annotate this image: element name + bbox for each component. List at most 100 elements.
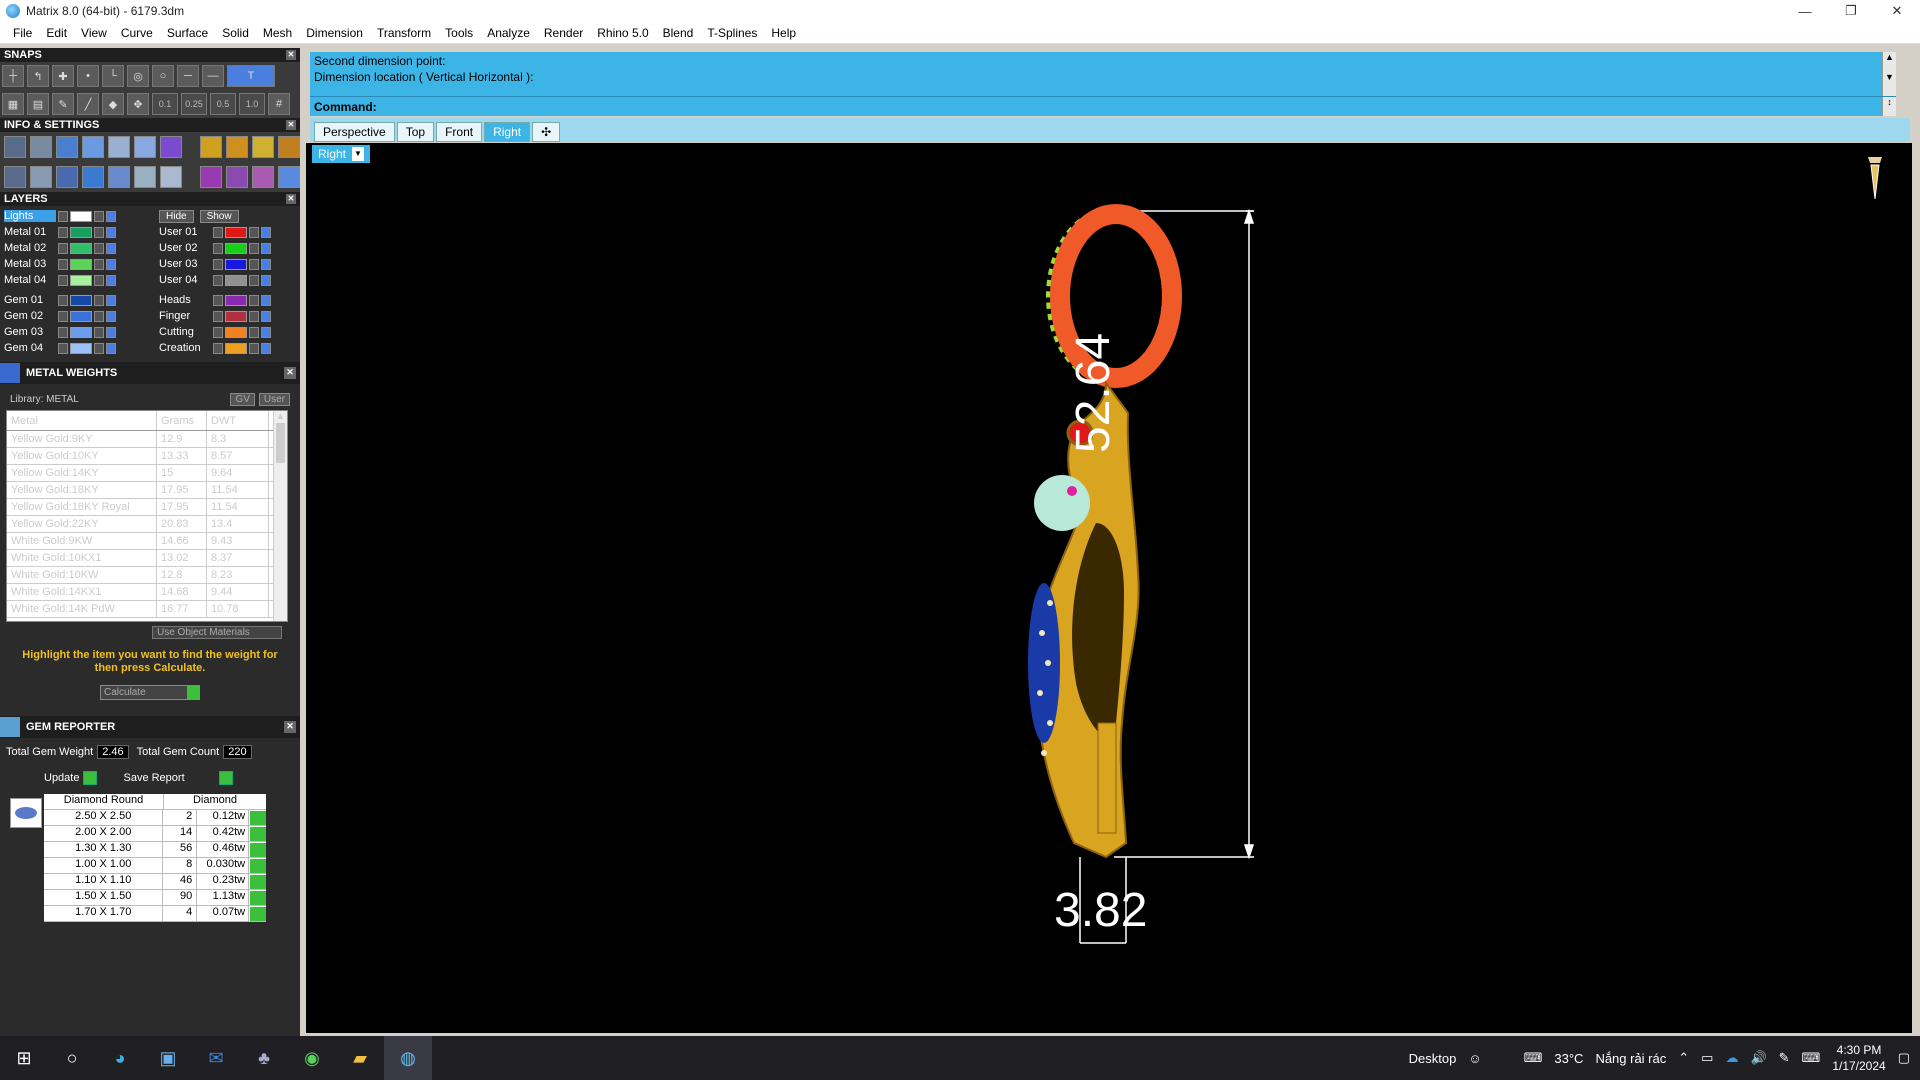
- layer-expand-icon[interactable]: [58, 210, 68, 222]
- snap-value-0-1[interactable]: 0.1: [152, 93, 178, 115]
- table-row[interactable]: 1.50 X 1.50 90 1.13tw: [44, 890, 266, 906]
- play-icon[interactable]: [250, 810, 266, 825]
- col-metal[interactable]: Metal: [7, 411, 157, 430]
- layer-color[interactable]: [70, 342, 92, 354]
- weather[interactable]: Nắng rải rác: [1595, 1051, 1666, 1066]
- layer-visible-icon[interactable]: [106, 242, 116, 254]
- menu-view[interactable]: View: [74, 26, 114, 40]
- panel-icon[interactable]: [30, 166, 52, 188]
- layer-color[interactable]: [225, 258, 247, 270]
- people-icon[interactable]: ☺: [1468, 1051, 1481, 1066]
- snap-value-1-0[interactable]: 1.0: [239, 93, 265, 115]
- layer-visible-icon[interactable]: [261, 326, 271, 338]
- layer-name[interactable]: Gem 04: [4, 342, 56, 354]
- grid-snap-icon[interactable]: #: [268, 93, 290, 115]
- layer-icon[interactable]: ▤: [27, 93, 49, 115]
- layer-name[interactable]: User 01: [159, 226, 211, 238]
- gem-icon[interactable]: [160, 136, 182, 158]
- layer-lights[interactable]: Lights: [4, 210, 56, 222]
- menu-transform[interactable]: Transform: [370, 26, 438, 40]
- close-button[interactable]: ✕: [1874, 0, 1920, 22]
- tool-d-icon[interactable]: [278, 166, 300, 188]
- table-row[interactable]: Yellow Gold:18KY 17.95 11.54: [7, 482, 273, 499]
- col-dwt[interactable]: DWT: [207, 411, 269, 430]
- minimize-button[interactable]: —: [1782, 0, 1828, 22]
- layer-expand-icon[interactable]: [58, 342, 68, 354]
- plane-icon[interactable]: ◆: [102, 93, 124, 115]
- layer-expand-icon[interactable]: [213, 310, 223, 322]
- layer-name[interactable]: Gem 02: [4, 310, 56, 322]
- temperature[interactable]: 33°C: [1554, 1051, 1583, 1066]
- layer-color[interactable]: [225, 326, 247, 338]
- layer-lock-icon[interactable]: [249, 342, 259, 354]
- table-row[interactable]: 2.00 X 2.00 14 0.42tw: [44, 826, 266, 842]
- user-toggle[interactable]: User: [258, 392, 290, 406]
- tab-top[interactable]: Top: [396, 122, 435, 142]
- windows-start-icon[interactable]: ⊞: [0, 1036, 48, 1080]
- layer-color[interactable]: [70, 210, 92, 222]
- layer-name[interactable]: Gem 03: [4, 326, 56, 338]
- layer-visible-icon[interactable]: [106, 210, 116, 222]
- menu-rhino[interactable]: Rhino 5.0: [590, 26, 655, 40]
- table-row[interactable]: 1.00 X 1.00 8 0.030tw: [44, 858, 266, 874]
- snap-value-0-5[interactable]: 0.5: [210, 93, 236, 115]
- play-icon[interactable]: [250, 906, 266, 921]
- grid-icon[interactable]: ▦: [2, 93, 24, 115]
- file-explorer-icon[interactable]: ▰: [336, 1036, 384, 1080]
- layer-visible-icon[interactable]: [261, 242, 271, 254]
- layer-name[interactable]: User 02: [159, 242, 211, 254]
- layer-visible-icon[interactable]: [261, 274, 271, 286]
- update-button[interactable]: Update: [44, 771, 98, 785]
- table-row[interactable]: White Gold:10KW 12.8 8.23: [7, 567, 273, 584]
- play-icon[interactable]: [250, 858, 266, 873]
- layer-visible-icon[interactable]: [106, 226, 116, 238]
- layer-expand-icon[interactable]: [58, 226, 68, 238]
- layer-lock-icon[interactable]: [94, 226, 104, 238]
- layer-visible-icon[interactable]: [106, 294, 116, 306]
- edge-icon[interactable]: ◕: [96, 1036, 144, 1080]
- clock[interactable]: 4:30 PM 1/17/2024: [1832, 1042, 1885, 1074]
- photo-icon[interactable]: [278, 136, 300, 158]
- layer-lock-icon[interactable]: [249, 226, 259, 238]
- export-icon[interactable]: [226, 136, 248, 158]
- tab-right[interactable]: Right: [484, 122, 531, 142]
- layer-name[interactable]: Creation: [159, 342, 211, 354]
- snap-perp-icon[interactable]: └: [102, 65, 124, 87]
- layer-lock-icon[interactable]: [94, 210, 104, 222]
- menu-tools[interactable]: Tools: [438, 26, 480, 40]
- vertical-dimension[interactable]: 52.64: [1066, 253, 1121, 453]
- layer-visible-icon[interactable]: [261, 226, 271, 238]
- layer-expand-icon[interactable]: [58, 294, 68, 306]
- play-icon[interactable]: [250, 826, 266, 841]
- col-grams[interactable]: Grams: [157, 411, 207, 430]
- snap-center-icon[interactable]: ○: [152, 65, 174, 87]
- menu-render[interactable]: Render: [537, 26, 590, 40]
- layer-name[interactable]: Finger: [159, 310, 211, 322]
- menu-mesh[interactable]: Mesh: [256, 26, 299, 40]
- move-icon[interactable]: ✥: [127, 93, 149, 115]
- layer-visible-icon[interactable]: [261, 294, 271, 306]
- tool-c-icon[interactable]: [252, 166, 274, 188]
- layer-color[interactable]: [225, 242, 247, 254]
- layer-name[interactable]: User 03: [159, 258, 211, 270]
- layer-visible-icon[interactable]: [106, 310, 116, 322]
- layer-color[interactable]: [70, 310, 92, 322]
- layer-name[interactable]: Metal 03: [4, 258, 56, 270]
- table-row[interactable]: White Gold:10KX1 13.02 8.37: [7, 550, 273, 567]
- menu-edit[interactable]: Edit: [39, 26, 74, 40]
- command-scrollbar[interactable]: ▲ ▼: [1882, 52, 1896, 98]
- layer-color[interactable]: [70, 258, 92, 270]
- layer-lock-icon[interactable]: [94, 274, 104, 286]
- command-line[interactable]: Command: ↕: [310, 96, 1896, 116]
- layer-expand-icon[interactable]: [58, 274, 68, 286]
- snap-cross-icon[interactable]: ✚: [52, 65, 74, 87]
- layer-expand-icon[interactable]: [58, 258, 68, 270]
- matrix-app-icon[interactable]: ◍: [384, 1036, 432, 1080]
- table-row[interactable]: Yellow Gold:9KY 12.9 8.3: [7, 431, 273, 448]
- layer-visible-icon[interactable]: [106, 274, 116, 286]
- play-icon[interactable]: [250, 842, 266, 857]
- chevron-up-icon[interactable]: ⌃: [1678, 1050, 1689, 1066]
- layer-color[interactable]: [225, 310, 247, 322]
- save-report-button[interactable]: Save Report: [123, 771, 233, 785]
- document-icon[interactable]: [108, 136, 130, 158]
